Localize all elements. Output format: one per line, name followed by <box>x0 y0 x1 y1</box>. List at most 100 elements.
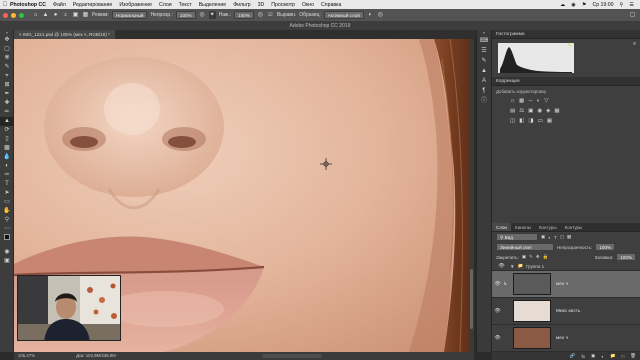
visibility-eye-icon[interactable]: 👁 <box>492 281 503 287</box>
lock-pixels-icon[interactable]: ▣ <box>522 254 526 260</box>
curves-icon[interactable]: ∽ <box>528 98 533 104</box>
color-lookup-icon[interactable]: ▦ <box>554 108 559 114</box>
close-tab-icon[interactable]: × <box>19 32 22 37</box>
menu-edit[interactable]: Редактирование <box>73 2 113 8</box>
more-tools-icon[interactable]: ⋯ <box>0 225 14 234</box>
new-adjustment-icon[interactable]: ◐ <box>601 354 604 359</box>
filter-adjustment-icon[interactable]: ◐ <box>548 235 551 240</box>
clone-source-panel-icon[interactable]: ▲ <box>477 66 491 76</box>
clock[interactable]: Ср 19:00 <box>592 2 613 8</box>
creative-cloud-icon[interactable]: ☁ <box>560 2 565 8</box>
fx-icon[interactable]: fx <box>581 354 585 359</box>
menu-help[interactable]: Справка <box>321 2 341 8</box>
levels-icon[interactable]: ▩ <box>519 98 524 104</box>
delete-layer-icon[interactable]: 🗑 <box>630 353 636 359</box>
adjustments-panel-title[interactable]: Коррекция <box>492 77 640 86</box>
invert-icon[interactable]: ◫ <box>510 118 515 124</box>
character-icon[interactable]: A <box>477 76 491 86</box>
layer-group-row[interactable]: 👁 ▼ 📁 Группа 1 <box>492 262 640 271</box>
type-tool-icon[interactable]: T <box>0 180 14 189</box>
scroll-thumb[interactable] <box>470 269 473 329</box>
frame-tool-icon[interactable]: ⊠ <box>0 81 14 90</box>
mode-select[interactable]: Нормальный <box>111 11 148 19</box>
vibrance-icon[interactable]: ▽ <box>544 98 548 104</box>
layer-row[interactable]: 👁 мех ч <box>492 325 640 352</box>
group-chevron-icon[interactable]: ▼ <box>510 264 514 269</box>
menu-filter[interactable]: Фильтр <box>233 2 250 8</box>
blur-tool-icon[interactable]: 💧 <box>0 153 14 162</box>
lock-all-icon[interactable]: 🔒 <box>543 254 549 260</box>
histogram-panel-title[interactable]: Гистограмма <box>492 30 640 39</box>
clone-source-icon[interactable]: ▦ <box>82 11 89 19</box>
menu-image[interactable]: Изображение <box>119 2 152 8</box>
brightness-icon[interactable]: ☼ <box>510 98 515 104</box>
apple-icon[interactable]:  <box>0 2 10 8</box>
hand-tool-icon[interactable]: ✋ <box>0 207 14 216</box>
menu-select[interactable]: Выделение <box>199 2 227 8</box>
document-tab[interactable]: × IMG_1221.psd @ 105% (мех ч, RGB/16) * <box>14 30 115 39</box>
pressure-icon[interactable]: ◎ <box>377 11 384 19</box>
warning-icon[interactable]: ⚠ <box>567 42 571 48</box>
layer-filter-select[interactable]: ⚲ Вид <box>496 233 538 241</box>
screen-mode-icon[interactable]: ▣ <box>0 257 14 266</box>
color-balance-icon[interactable]: ⚖ <box>519 108 524 114</box>
paragraph-icon[interactable]: ¶ <box>477 86 491 96</box>
path-select-tool-icon[interactable]: ➤ <box>0 189 14 198</box>
close-window-icon[interactable] <box>3 12 8 18</box>
menu-list-icon[interactable]: ☰ <box>629 2 634 8</box>
link-layers-icon[interactable]: 🔗 <box>570 353 576 359</box>
menu-view[interactable]: Просмотр <box>271 2 295 8</box>
zoom-readout[interactable]: 105,47% <box>18 353 35 358</box>
flag-icon[interactable]: ⚑ <box>582 2 587 8</box>
hue-saturation-icon[interactable]: ▤ <box>510 108 515 114</box>
pressure-opacity-icon[interactable]: ◎ <box>199 11 206 19</box>
color-swatches-icon[interactable] <box>0 234 14 248</box>
visibility-eye-icon[interactable]: 👁 <box>492 335 503 341</box>
marquee-tool-icon[interactable]: ▢ <box>0 45 14 54</box>
menu-window[interactable]: Окно <box>302 2 314 8</box>
dodge-tool-icon[interactable]: ◐ <box>0 162 14 171</box>
gradient-map-icon[interactable]: ▭ <box>538 118 543 124</box>
wifi-icon[interactable]: ◉ <box>571 2 576 8</box>
clone-stamp-tool-icon[interactable]: ▲ <box>0 117 14 126</box>
filter-smart-icon[interactable]: ▩ <box>567 234 571 240</box>
airbrush-icon[interactable]: ✦ <box>208 11 216 19</box>
align-checkbox[interactable]: ☑ <box>267 11 274 19</box>
opacity-input[interactable]: 100% <box>175 11 196 19</box>
lasso-tool-icon[interactable]: ❋ <box>0 54 14 63</box>
brush-panel-icon[interactable]: ▣ <box>72 11 79 19</box>
tab-paths[interactable]: Контуры <box>535 223 561 231</box>
canvas-vertical-scrollbar[interactable] <box>469 39 474 352</box>
exposure-icon[interactable]: ◐ <box>537 98 540 104</box>
panel-menu-icon[interactable]: ≡ <box>633 41 636 47</box>
brush-settings-icon[interactable]: ✎ <box>477 56 491 66</box>
layer-row[interactable]: 👁 ↳ мех ч <box>492 271 640 298</box>
menu-layers[interactable]: Слои <box>159 2 172 8</box>
tab-channels[interactable]: Каналы <box>511 223 535 231</box>
visibility-eye-icon[interactable]: 👁 <box>492 308 503 314</box>
tab-paths-2[interactable]: Контуры <box>561 223 587 231</box>
posterize-icon[interactable]: ◧ <box>519 118 524 124</box>
selective-color-icon[interactable]: ▦ <box>547 118 552 124</box>
black-white-icon[interactable]: ▣ <box>528 108 533 114</box>
layer-opacity-input[interactable]: 100% <box>595 243 616 251</box>
workspace-icon[interactable]: ▢ <box>629 11 636 19</box>
pressure-size-icon[interactable]: ◎ <box>257 11 264 19</box>
layer-row[interactable]: 👁 Микс кисть <box>492 298 640 325</box>
add-mask-icon[interactable]: ▣ <box>591 353 595 359</box>
new-layer-icon[interactable]: □ <box>622 354 625 359</box>
stamp-tool-icon[interactable]: ▲ <box>42 11 49 19</box>
eyedropper-tool-icon[interactable]: ✒ <box>0 90 14 99</box>
zoom-tool-icon[interactable]: ⚲ <box>0 216 14 225</box>
tab-layers[interactable]: Слои <box>492 223 511 231</box>
brush-tool-icon[interactable]: ✏ <box>0 108 14 117</box>
brush-size-value[interactable]: 2 <box>62 11 69 19</box>
new-group-icon[interactable]: 📁 <box>610 353 616 359</box>
menu-type[interactable]: Текст <box>179 2 192 8</box>
shape-tool-icon[interactable]: ▭ <box>0 198 14 207</box>
healing-tool-icon[interactable]: ✚ <box>0 99 14 108</box>
brush-preset-icon[interactable]: ● <box>52 11 59 19</box>
fill-input[interactable]: 100% <box>616 253 636 261</box>
visibility-eye-icon[interactable]: 👁 <box>496 263 507 269</box>
filter-shape-icon[interactable]: ▢ <box>560 234 564 240</box>
